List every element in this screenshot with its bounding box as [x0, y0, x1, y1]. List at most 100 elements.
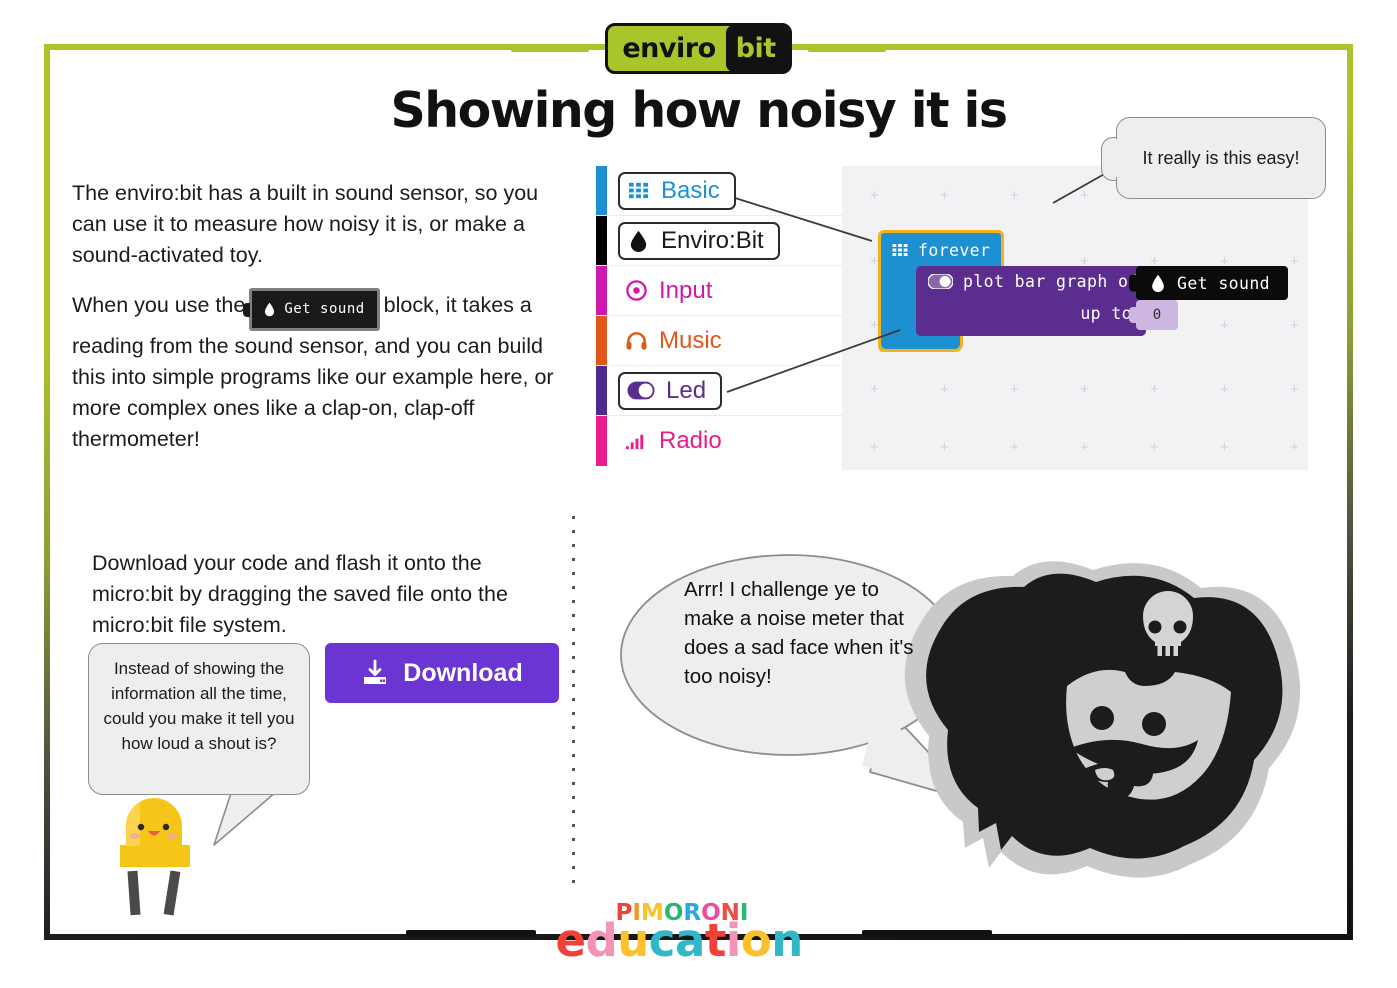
category-led[interactable]: Led	[596, 366, 842, 416]
logo-dash-right	[807, 44, 886, 52]
category-color-stripe	[596, 166, 607, 215]
grid-marker: +	[1290, 317, 1299, 334]
plot-block-line2: up to	[1080, 304, 1132, 323]
up-to-value-field[interactable]: 0	[1136, 300, 1178, 330]
grid-icon	[628, 182, 649, 199]
footer-dash-left	[405, 929, 536, 937]
category-label: Enviro:Bit	[661, 226, 764, 254]
up-to-value: 0	[1152, 307, 1162, 323]
grid-marker: +	[1080, 439, 1089, 456]
download-button-label: Download	[403, 658, 523, 687]
education-letter-6: i	[725, 914, 741, 967]
category-color-stripe	[596, 366, 607, 415]
download-instructions: Download your code and flash it onto the…	[92, 551, 508, 637]
plot-block-line1: plot bar graph of	[928, 272, 1139, 291]
category-basic[interactable]: Basic	[596, 166, 842, 216]
grid-marker: +	[1220, 439, 1229, 456]
category-label: Basic	[661, 176, 720, 204]
grid-marker: +	[1010, 439, 1019, 456]
education-letter-1: d	[585, 914, 618, 967]
target-icon	[626, 280, 647, 301]
education-letter-0: e	[555, 914, 587, 967]
enviro-bit-logo: enviro bit	[0, 22, 1397, 74]
grid-marker: +	[1010, 187, 1019, 204]
education-letter-8: n	[771, 914, 803, 967]
category-label: Radio	[659, 427, 722, 454]
education-letter-2: u	[617, 914, 649, 967]
bubble-pirate-text: Arrr! I challenge ye to make a noise met…	[684, 578, 914, 688]
category-color-stripe	[596, 316, 607, 365]
category-led-inner[interactable]: Led	[618, 371, 723, 410]
category-radio-inner[interactable]: Radio	[618, 424, 736, 458]
education-letter-5: t	[704, 914, 727, 967]
paragraph-text-before: When you use the	[72, 293, 246, 317]
footer-logo: PIMORONI education	[554, 900, 844, 967]
headphones-icon	[626, 332, 647, 350]
plot-block-label: plot bar graph of	[963, 272, 1139, 291]
grid-marker: +	[870, 381, 879, 398]
logo-text-bit: bit	[725, 25, 789, 71]
get-sound-block[interactable]: Get sound	[1136, 266, 1289, 300]
download-button[interactable]: Download	[325, 643, 559, 703]
get-sound-paragraph: When you use the Get sound block, it takes…	[72, 288, 572, 455]
toggle-icon	[627, 381, 655, 400]
water-drop-icon	[630, 230, 647, 252]
grid-marker: +	[1150, 439, 1159, 456]
signal-bars-icon	[625, 434, 644, 449]
grid-marker: +	[1290, 381, 1299, 398]
category-input[interactable]: Input	[596, 266, 842, 316]
get-sound-label: Get sound	[1177, 273, 1271, 293]
forever-block-header: forever	[878, 230, 1004, 267]
bubble-it-really-is-this-easy: It really is this easy!	[1116, 117, 1326, 199]
category-basic-inner[interactable]: Basic	[618, 171, 736, 210]
forever-block-label: forever	[918, 240, 991, 260]
bubble-led-question: Instead of showing the information all t…	[88, 643, 310, 795]
logo-badge: enviro bit	[605, 22, 792, 74]
bubble-easy-tail-joint	[1113, 139, 1121, 177]
footer-dash-right	[861, 929, 992, 937]
category-color-stripe	[596, 216, 607, 265]
education-letter-7: o	[740, 914, 772, 967]
category-input-inner[interactable]: Input	[618, 274, 726, 308]
category-color-stripe	[596, 416, 607, 466]
category-envirobit-inner[interactable]: Enviro:Bit	[618, 221, 780, 260]
toggle-icon	[928, 274, 953, 289]
bubble-easy-text: It really is this easy!	[1142, 147, 1300, 168]
grid-marker: +	[940, 187, 949, 204]
grid-marker: +	[870, 187, 879, 204]
grid-marker: +	[1150, 381, 1159, 398]
category-label: Input	[659, 276, 713, 304]
category-label: Led	[666, 376, 707, 404]
grid-marker: +	[1080, 381, 1089, 398]
category-color-stripe	[596, 266, 607, 315]
water-drop-icon	[265, 302, 275, 317]
block-category-list: Basic Enviro:Bit Input Music Led Radio	[596, 166, 843, 470]
download-icon	[364, 659, 387, 684]
pimoroni-education-footer: PIMORONI education	[0, 898, 1397, 968]
category-music-inner[interactable]: Music	[618, 324, 736, 358]
education-letter-4: a	[674, 914, 705, 967]
inline-get-sound-block: Get sound	[249, 288, 380, 331]
grid-marker: +	[1080, 187, 1089, 204]
grid-marker: +	[1010, 381, 1019, 398]
category-envirobit[interactable]: Enviro:Bit	[596, 216, 842, 266]
intro-paragraph: The enviro:bit has a built in sound sens…	[72, 181, 539, 267]
education-wordmark: education	[555, 914, 804, 967]
plot-bar-graph-block[interactable]: plot bar graph of up to	[916, 266, 1154, 336]
grid-marker: +	[940, 439, 949, 456]
grid-icon	[892, 244, 908, 256]
education-letter-3: c	[648, 914, 676, 967]
grid-marker: +	[1220, 381, 1229, 398]
grid-marker: +	[1220, 317, 1229, 334]
grid-marker: +	[1290, 253, 1299, 270]
inline-block-label: Get sound	[284, 301, 365, 317]
bubble-led-text: Instead of showing the information all t…	[103, 659, 295, 753]
grid-marker: +	[870, 439, 879, 456]
logo-dash-left	[511, 44, 590, 52]
category-music[interactable]: Music	[596, 316, 842, 366]
logo-text-enviro: enviro	[622, 32, 716, 64]
water-drop-icon	[1152, 274, 1164, 292]
grid-marker: +	[940, 381, 949, 398]
category-label: Music	[659, 326, 722, 354]
category-radio[interactable]: Radio	[596, 416, 842, 466]
